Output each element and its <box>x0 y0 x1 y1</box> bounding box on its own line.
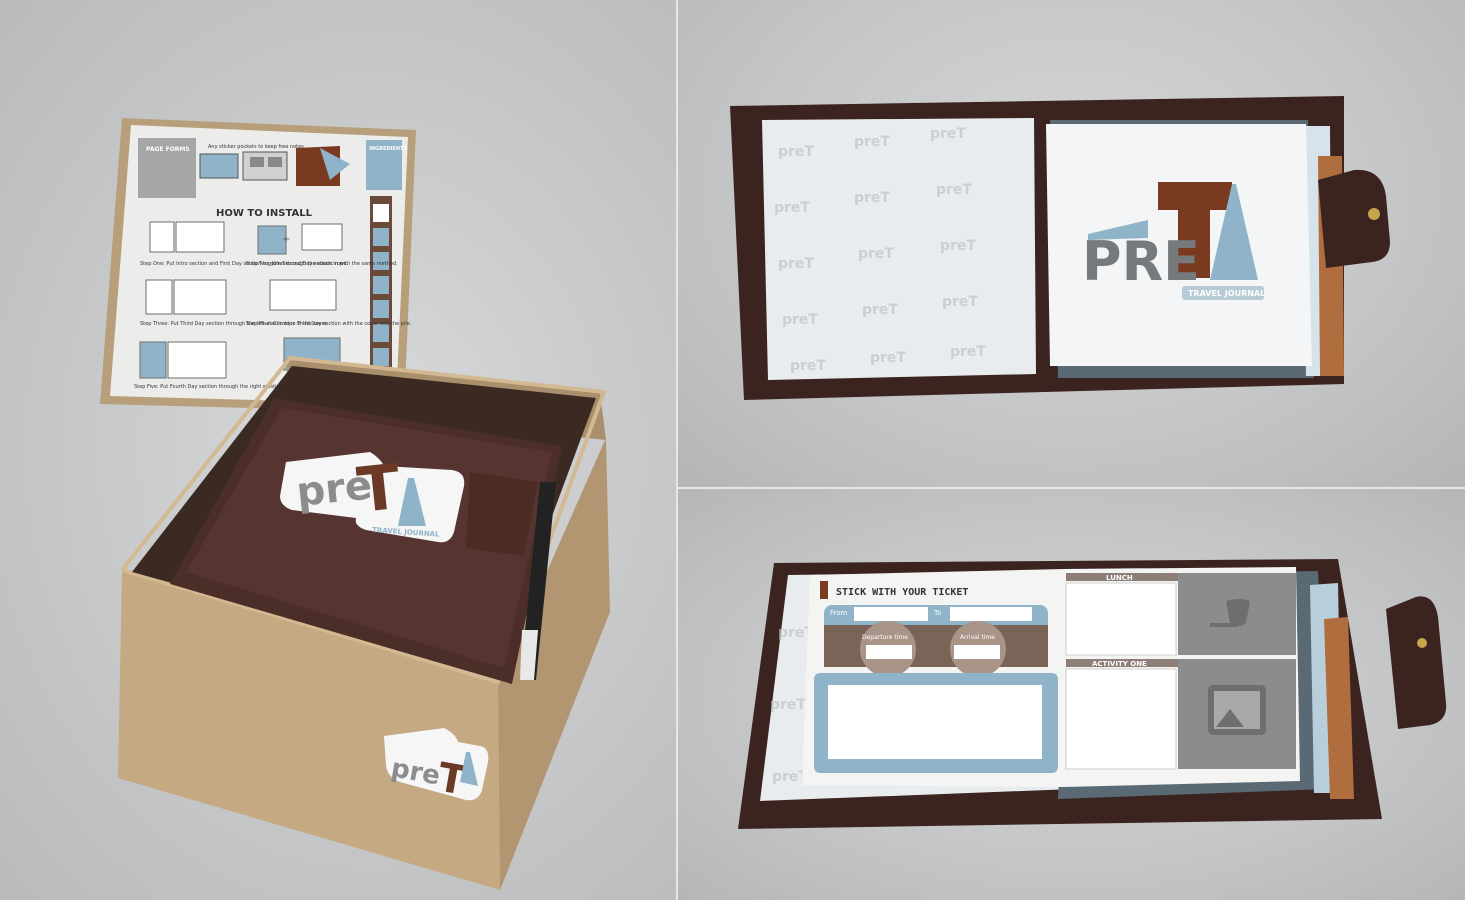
svg-text:preT: preT <box>770 697 806 713</box>
svg-text:preT: preT <box>782 312 818 328</box>
from-label: From <box>830 609 848 617</box>
svg-text:T: T <box>354 450 404 527</box>
step-four: Step Four: Combine Third Day section wit… <box>246 321 412 327</box>
departure-label: Departure time <box>862 634 908 641</box>
svg-text:preT: preT <box>778 144 814 160</box>
svg-text:preT: preT <box>862 302 898 318</box>
box-scene: PAGE FORMS Any sticker pockets to keep f… <box>100 118 610 890</box>
svg-text:preT: preT <box>774 200 810 216</box>
step-two: Step Two: Join Second Day section in wit… <box>246 261 398 267</box>
svg-text:preT: preT <box>950 344 986 360</box>
svg-text:preT: preT <box>940 238 976 254</box>
svg-text:preT: preT <box>790 358 826 374</box>
to-label: To <box>933 609 941 617</box>
top-note: Any sticker pockets to keep free notes <box>208 144 304 150</box>
svg-text:preT: preT <box>870 350 906 366</box>
lunch-label: LUNCH <box>1106 574 1133 582</box>
svg-text:+: + <box>282 234 290 245</box>
logo-tagline: TRAVEL JOURNAL <box>1188 289 1265 298</box>
arrival-label: Arrival time <box>960 634 995 641</box>
activity-label: ACTIVITY ONE <box>1092 660 1147 668</box>
how-to-install-title: HOW TO INSTALL <box>216 208 313 219</box>
svg-text:preT: preT <box>942 294 978 310</box>
ticket-title: STICK WITH YOUR TICKET <box>836 587 968 598</box>
photo-journal-inner-page: preT preT preT STICK WITH YOUR TICKET From… <box>678 489 1465 900</box>
ingredients-label: INGREDIENTS <box>369 146 407 152</box>
inner-page-scene: preTpreTpreT STICK WITH YOUR TICKET From… <box>738 559 1447 829</box>
open-journal-scene: preT preT preT preT preT preT preT preT preT p… <box>730 96 1390 400</box>
svg-text:preT: preT <box>778 256 814 272</box>
svg-text:preT: preT <box>936 182 972 198</box>
svg-text:preT: preT <box>930 126 966 142</box>
svg-text:preT: preT <box>858 246 894 262</box>
photo-box-with-journal: PAGE FORMS Any sticker pockets to keep f… <box>0 0 676 900</box>
photo-journal-cover-page: preT preT preT preT preT preT preT preT preT p… <box>678 0 1465 487</box>
svg-text:preT: preT <box>854 134 890 150</box>
svg-text:preT: preT <box>854 190 890 206</box>
page-forms-label: PAGE FORMS <box>146 146 190 153</box>
